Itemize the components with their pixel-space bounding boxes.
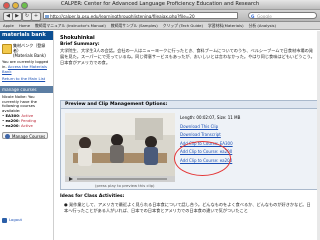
bookmark-item[interactable]: Home <box>19 23 30 28</box>
window-title: CALPER: Center for Advanced Language Pro… <box>60 1 260 7</box>
manage-courses-label: Manage Courses <box>12 134 46 140</box>
browser-window: CALPER: Center for Advanced Language Pro… <box>0 0 320 240</box>
logout-icon <box>2 217 7 223</box>
user-course-text: Nicole Noike: You currently have the fol… <box>2 93 37 114</box>
google-search-icon: G <box>251 14 255 19</box>
bookmark-item[interactable]: 分析 (Analysis) <box>249 23 276 29</box>
download-clip-link[interactable]: Download This Clip <box>180 123 240 132</box>
logout-label: Logout <box>9 217 22 222</box>
profile-subtitle: (Materials Bank) <box>13 53 46 58</box>
forward-arrow-icon[interactable]: ▶ <box>12 12 22 21</box>
url-text: http://calper.la.psu.edu/learningthrough… <box>50 14 195 19</box>
course-status: Active <box>21 122 33 128</box>
video-player[interactable] <box>65 113 175 182</box>
ideas-label: Ideas for Class Activities: <box>60 194 125 199</box>
video-frame <box>65 113 175 182</box>
access-materials-link[interactable]: Access the Materials Bank <box>2 64 47 74</box>
course-item[interactable]: • ea200: Active <box>2 122 51 129</box>
main-content: Shokuhinkai Brief Summary: 大学院生、大学生3人の会話… <box>54 31 320 240</box>
ideas-text: ● 発作業として、アメリカで最近よく見られる日本食について話し合う。どんなものを… <box>64 202 311 213</box>
bookmarks-bar: Apple Home 教師用マニュアル (Instructor's Manual… <box>0 22 320 30</box>
materials-bank-banner: materials bank <box>0 31 53 40</box>
download-transcript-link[interactable]: Download Transcript <box>180 131 240 140</box>
search-input[interactable]: G Google <box>248 12 317 19</box>
add-bookmark-icon[interactable]: + <box>31 12 41 21</box>
title-bar: CALPER: Center for Advanced Language Pro… <box>0 0 320 10</box>
highlight-circle <box>174 141 231 176</box>
logout-link[interactable]: Logout <box>2 217 22 223</box>
return-link-wrap: Return to the Main List <box>0 76 53 84</box>
profile-box: 集材バンク（登録者） (Materials Bank) You are curr… <box>0 40 53 77</box>
gear-icon <box>5 134 10 140</box>
preview-header: Preview and Clip Management Options: <box>61 101 317 109</box>
bookmark-item[interactable]: 教師用サンプル (Samples) <box>111 23 158 29</box>
brief-summary-label: Brief Summary: <box>60 42 100 47</box>
folder-icon <box>2 44 12 54</box>
manage-courses-header: manage courses <box>0 85 53 93</box>
manage-courses-button[interactable]: Manage Courses <box>2 132 48 140</box>
courses-box: Nicole Noike: You currently have the fol… <box>0 93 53 131</box>
sidebar: materials bank 集材バンク（登録者） (Materials Ban… <box>0 31 54 240</box>
preview-caption: (press play to preview this clip) <box>95 183 155 188</box>
preview-panel: Preview and Clip Management Options: (pr… <box>60 100 318 190</box>
bookmark-item[interactable]: 教師用マニュアル (Instructor's Manual) <box>35 23 106 29</box>
favicon-icon <box>45 14 49 18</box>
summary-text: 大学院生、大学生3人の会話。会社の一人はニューヨークに行ったとき、食料ブームにつ… <box>60 48 315 65</box>
course-name: ea200 <box>5 122 19 128</box>
browser-toolbar: ◀ ▶ ↻ + http://calper.la.psu.edu/learnin… <box>0 10 320 22</box>
clip-length-size: Length: 00:02:07, Size: 11 MB <box>180 115 241 120</box>
address-bar[interactable]: http://calper.la.psu.edu/learningthrough… <box>43 12 238 19</box>
bookmark-item[interactable]: Apple <box>3 23 14 28</box>
bookmark-item[interactable]: 学習材料(Materials) <box>208 23 244 29</box>
profile-title: 集材バンク（登録者） <box>13 43 46 53</box>
clip-title: Shokuhinkai <box>60 35 95 41</box>
login-status: You are currently logged in. Access the … <box>2 59 51 74</box>
search-placeholder: Google <box>257 14 272 19</box>
bookmark-item[interactable]: クリップ (Tech Guide) <box>163 23 203 29</box>
